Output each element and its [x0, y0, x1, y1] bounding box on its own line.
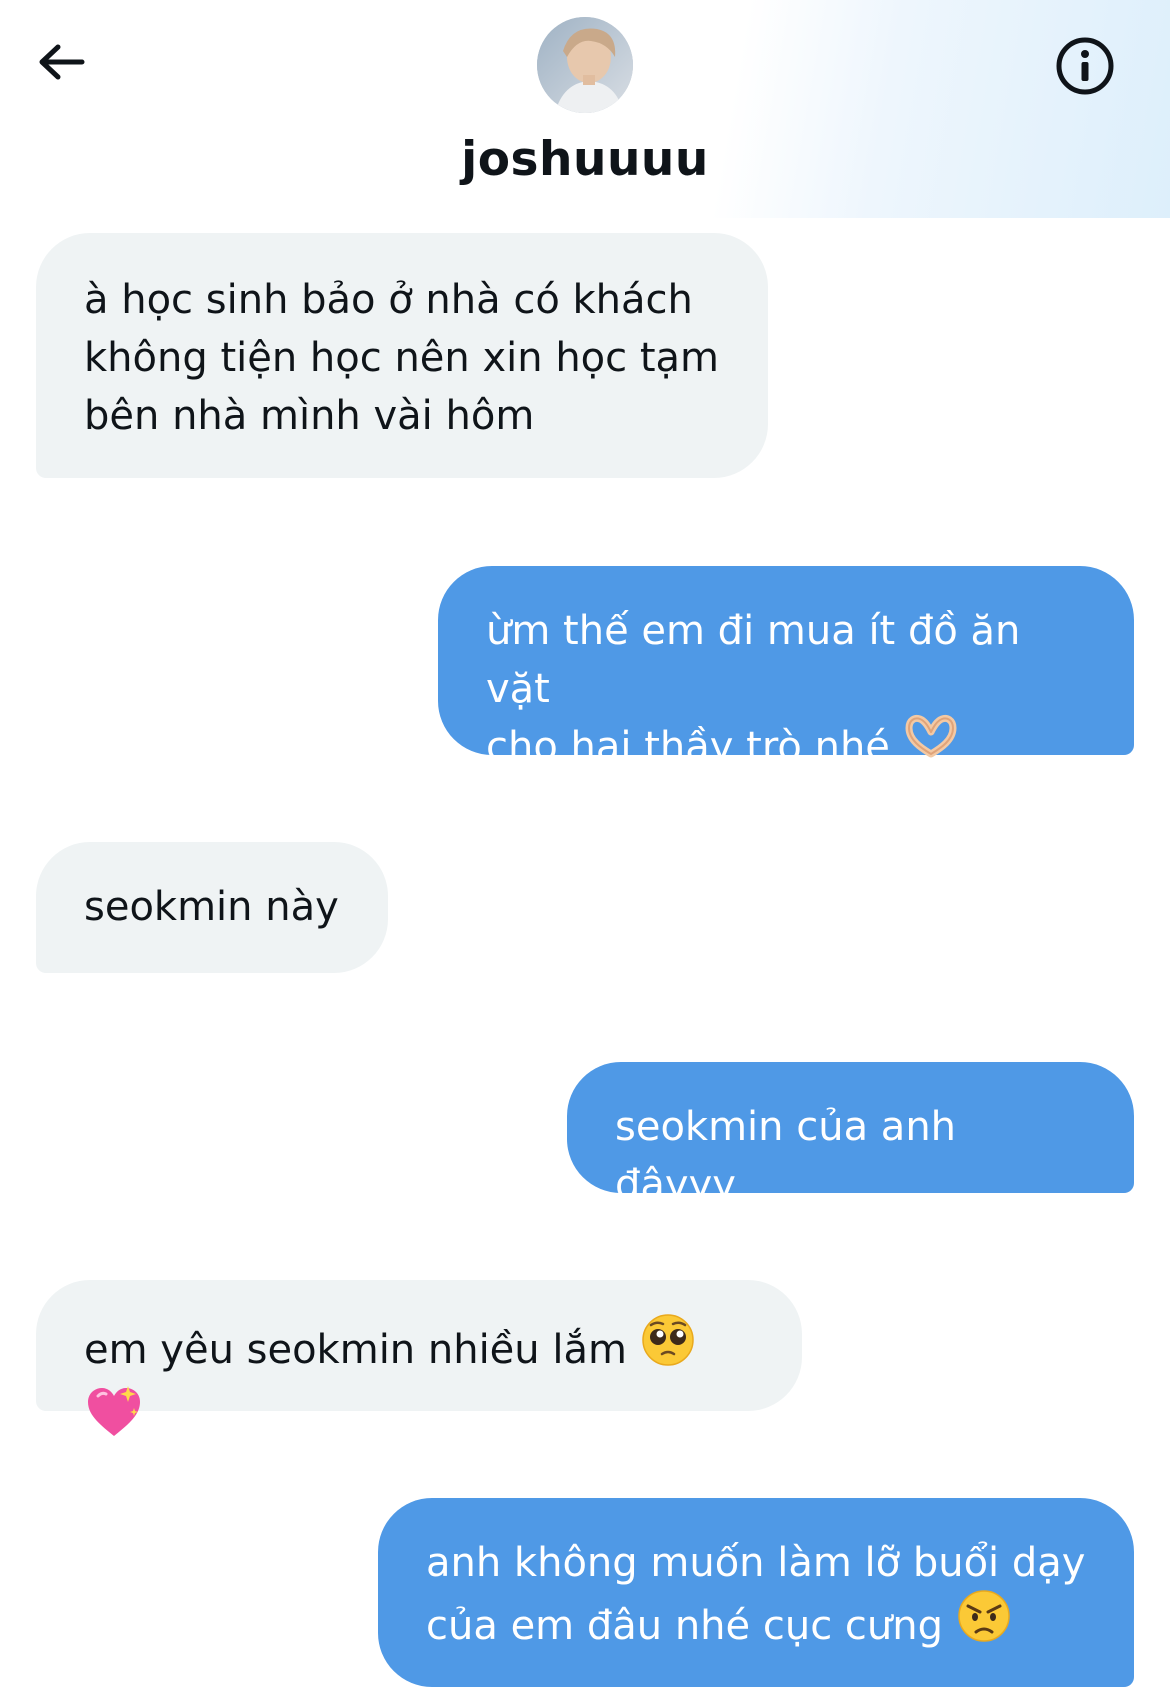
- message-text: em yêu seokmin nhiều lắm: [84, 1327, 627, 1373]
- message-bubble-outgoing[interactable]: ừm thế em đi mua ít đồ ăn vặt cho hai th…: [438, 566, 1134, 770]
- message-bubble-outgoing[interactable]: seokmin của anh đâyyy: [567, 1062, 1134, 1208]
- sparkling-heart-emoji: [84, 1384, 144, 1456]
- heart-hands-emoji: [903, 714, 959, 776]
- conversation-username: joshuuuu: [461, 132, 709, 187]
- message-text: à học sinh bảo ở nhà có khách không tiện…: [84, 277, 720, 439]
- message-bubble-incoming[interactable]: seokmin này: [36, 842, 388, 973]
- pleading-face-emoji: [640, 1312, 696, 1384]
- angry-face-emoji: [956, 1588, 1012, 1660]
- conversation-header: joshuuuu: [0, 0, 1170, 218]
- message-bubble-incoming[interactable]: à học sinh bảo ở nhà có khách không tiện…: [36, 233, 768, 478]
- message-text: seokmin này: [84, 884, 339, 930]
- info-button[interactable]: [1053, 34, 1117, 98]
- arrow-left-icon: [39, 44, 85, 80]
- back-button[interactable]: [30, 38, 94, 94]
- message-bubble-outgoing[interactable]: anh không muốn làm lỡ buổi dạy của em đâ…: [378, 1498, 1134, 1687]
- avatar[interactable]: [537, 17, 633, 113]
- message-text: seokmin của anh đâyyy: [615, 1104, 957, 1208]
- info-icon: [1056, 37, 1114, 95]
- message-bubble-incoming[interactable]: em yêu seokmin nhiều lắm: [36, 1280, 802, 1436]
